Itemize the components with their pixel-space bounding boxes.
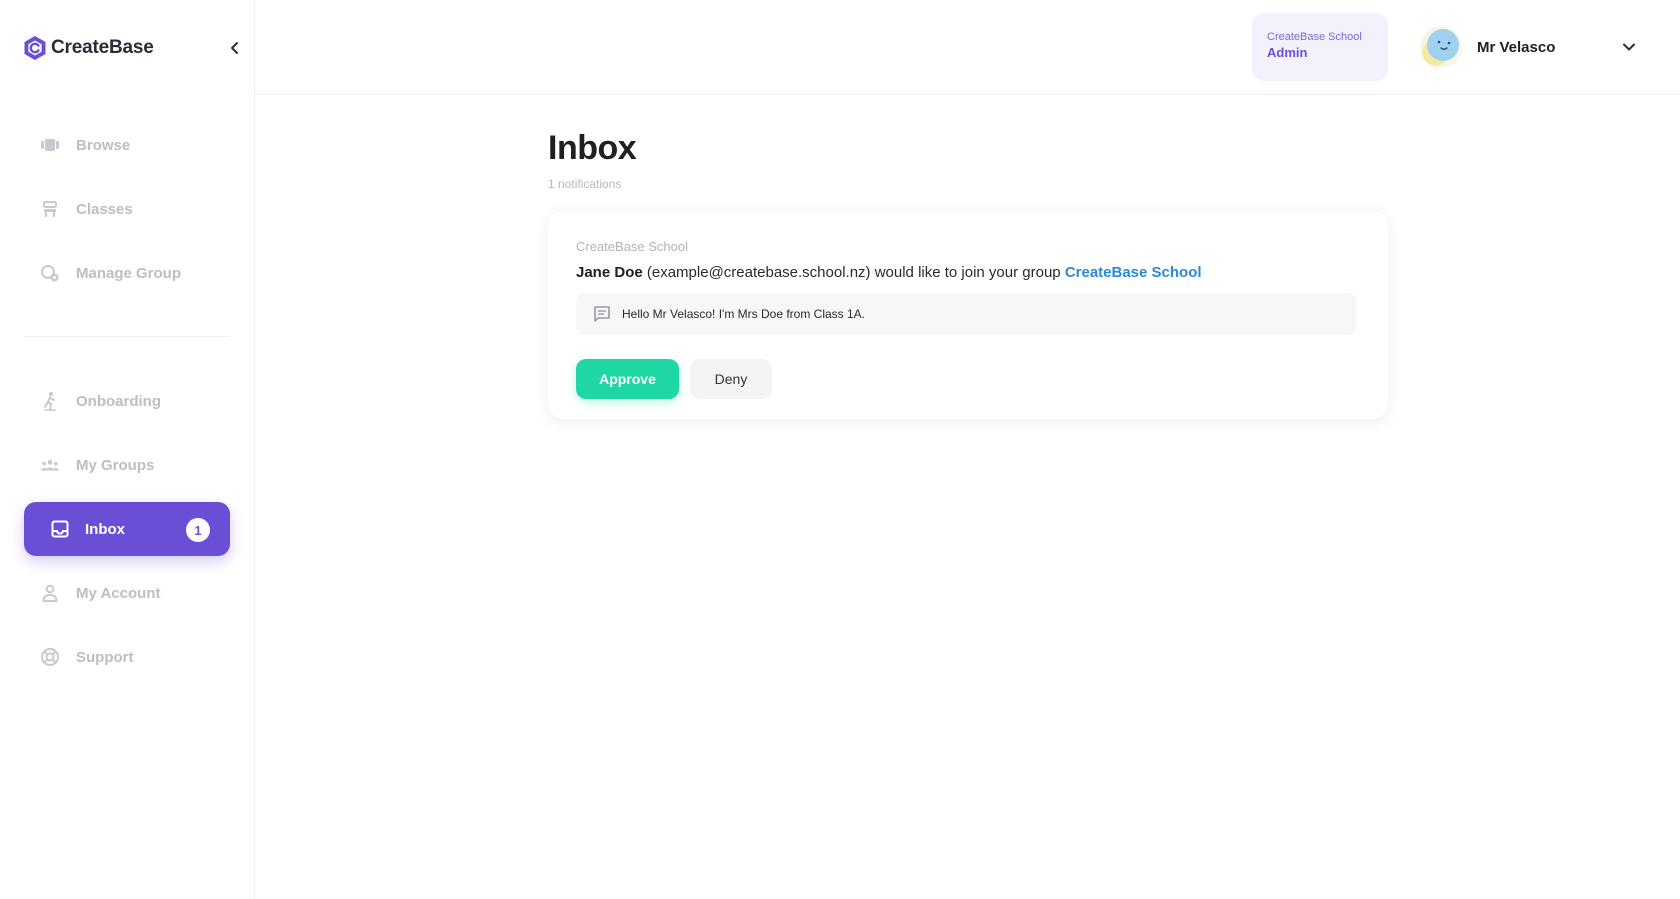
browse-icon (40, 135, 60, 155)
notification-group-label: CreateBase School (576, 239, 689, 254)
sidebar-item-manage-group[interactable]: Manage Group (24, 246, 230, 300)
school-name: CreateBase School (1267, 31, 1362, 43)
requester-name: Jane Doe (576, 264, 643, 281)
sidebar-item-my-groups[interactable]: My Groups (24, 438, 230, 492)
page-title: Inbox (548, 129, 637, 167)
sidebar-item-label: Support (76, 648, 134, 666)
school-role-switcher[interactable]: CreateBase School Admin (1252, 13, 1388, 81)
sidebar-item-label: My Groups (76, 456, 155, 474)
notification-text: Jane Doe (example@createbase.school.nz) … (576, 264, 1202, 281)
notification-card: CreateBase School Jane Doe (example@crea… (548, 211, 1388, 419)
brand-logo[interactable]: CreateBase (23, 34, 154, 62)
sidebar-item-onboarding[interactable]: Onboarding (24, 374, 230, 428)
sidebar-item-label: Onboarding (76, 392, 161, 410)
sidebar-item-support[interactable]: Support (24, 630, 230, 684)
sidebar-item-label: Browse (76, 136, 131, 154)
avatar (1420, 26, 1462, 68)
sidebar-item-browse[interactable]: Browse (24, 118, 230, 172)
approve-button[interactable]: Approve (576, 359, 679, 399)
collapse-sidebar-button[interactable] (224, 37, 246, 59)
chevron-down-icon (1623, 43, 1635, 51)
classes-icon (40, 199, 60, 219)
brand-name: CreateBase (51, 37, 154, 58)
group-link[interactable]: CreateBase School (1065, 264, 1202, 281)
sidebar-item-label: Classes (76, 200, 133, 218)
inbox-count-badge: 1 (186, 518, 210, 542)
support-icon (40, 647, 60, 667)
deny-button[interactable]: Deny (690, 359, 772, 399)
sidebar: CreateBase Browse Classes Manage Group O… (0, 0, 255, 899)
request-message: Hello Mr Velasco! I'm Mrs Doe from Class… (576, 293, 1356, 335)
sidebar-item-classes[interactable]: Classes (24, 182, 230, 236)
chevron-left-icon (231, 42, 238, 54)
sidebar-divider (24, 336, 230, 337)
request-message-text: Hello Mr Velasco! I'm Mrs Doe from Class… (622, 307, 866, 321)
sidebar-item-label: My Account (76, 584, 161, 602)
request-description: (example@createbase.school.nz) would lik… (642, 264, 1065, 281)
app-root: CreateBase Browse Classes Manage Group O… (0, 0, 1680, 899)
manage-group-icon (40, 263, 60, 283)
inbox-icon (50, 519, 70, 539)
sidebar-item-label: Manage Group (76, 264, 182, 282)
my-account-icon (40, 583, 60, 603)
sidebar-item-my-account[interactable]: My Account (24, 566, 230, 620)
sidebar-item-inbox[interactable]: Inbox 1 (24, 502, 230, 556)
createbase-logo-icon (24, 36, 46, 60)
onboarding-icon (40, 391, 60, 411)
message-icon (594, 306, 610, 322)
my-groups-icon (40, 455, 60, 475)
user-menu[interactable]: Mr Velasco (1420, 25, 1640, 69)
user-role: Admin (1267, 45, 1308, 60)
sidebar-item-label: Inbox (85, 520, 125, 538)
user-name: Mr Velasco (1477, 38, 1556, 56)
notification-count: 1 notifications (548, 177, 622, 191)
